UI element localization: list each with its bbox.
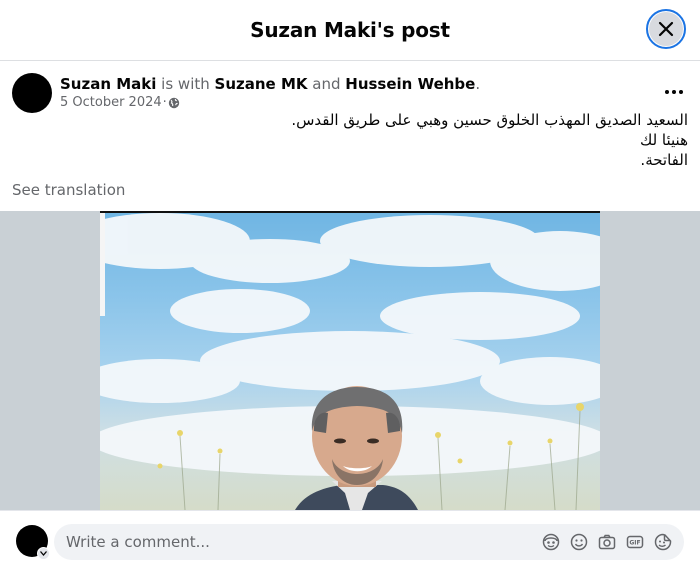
and-text: and [307,75,346,93]
avatar-sticker-icon[interactable] [542,533,560,551]
post-text: السعيد الصديق المهذب الخلوق حسين وهبي عل… [128,110,688,170]
period-text: . [475,75,481,93]
svg-text:GIF: GIF [629,540,640,547]
post-meta: 5 October 2024 · [60,95,180,110]
globe-icon[interactable] [168,97,180,109]
photo-top-border [100,211,600,213]
post-text-line: هنيئا لك [639,131,688,149]
meta-separator: · [162,95,167,110]
sticker-icon[interactable] [654,533,672,551]
gif-icon[interactable]: GIF [626,533,644,551]
dialog-title: Suzan Maki's post [250,18,450,42]
comment-box[interactable]: GIF [54,524,684,560]
more-options-button[interactable] [660,78,688,106]
author-avatar[interactable] [12,73,52,113]
post-text-line: الفاتحة. [640,151,688,169]
with-text: is with [156,75,215,93]
close-button[interactable] [646,9,686,49]
photo-illustration [100,211,600,510]
comment-bar: GIF [0,510,700,577]
tagged-user-2[interactable]: Hussein Wehbe [345,75,475,93]
comment-icon-row: GIF [542,533,672,551]
profile-switch-badge[interactable] [37,547,50,560]
post-date[interactable]: 5 October 2024 [60,95,162,110]
see-translation-link[interactable]: See translation [12,181,125,199]
tagged-user-1[interactable]: Suzane MK [215,75,308,93]
photo-area [0,211,700,510]
post-text-line: السعيد الصديق المهذب الخلوق حسين وهبي عل… [291,111,688,129]
comment-input[interactable] [66,533,542,551]
post-photo[interactable] [100,211,600,510]
dialog-header: Suzan Maki's post [0,0,700,61]
author-name[interactable]: Suzan Maki [60,75,156,93]
author-line: Suzan Maki is with Suzane MK and Hussein… [60,75,480,93]
close-icon [658,21,674,37]
more-dots-icon [665,90,683,94]
emoji-icon[interactable] [570,533,588,551]
camera-icon[interactable] [598,533,616,551]
chevron-down-icon [40,551,47,556]
